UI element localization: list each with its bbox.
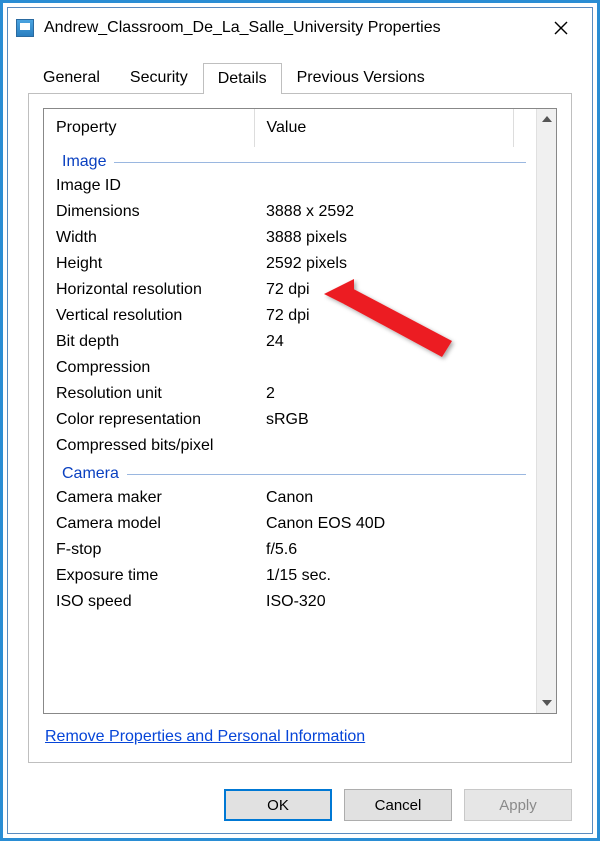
prop-color-representation[interactable]: Color representationsRGB	[44, 407, 536, 433]
client-area: General Security Details Previous Versio…	[8, 48, 592, 777]
group-label: Image	[62, 153, 106, 171]
prop-camera-model[interactable]: Camera modelCanon EOS 40D	[44, 511, 536, 537]
group-divider	[127, 474, 526, 475]
button-bar: OK Cancel Apply	[8, 777, 592, 833]
group-divider	[114, 162, 526, 163]
prop-dimensions[interactable]: Dimensions3888 x 2592	[44, 199, 536, 225]
cancel-button[interactable]: Cancel	[344, 789, 452, 821]
property-scroll: Property Value Image	[44, 109, 536, 713]
prop-compression[interactable]: Compression	[44, 355, 536, 381]
prop-resolution-unit[interactable]: Resolution unit2	[44, 381, 536, 407]
group-camera: Camera	[44, 459, 536, 485]
tab-details[interactable]: Details	[203, 63, 282, 94]
window-title: Andrew_Classroom_De_La_Salle_University …	[44, 19, 538, 37]
prop-iso-speed[interactable]: ISO speedISO-320	[44, 589, 536, 615]
properties-dialog: Andrew_Classroom_De_La_Salle_University …	[7, 7, 593, 834]
remove-properties-link[interactable]: Remove Properties and Personal Informati…	[45, 728, 365, 745]
link-row: Remove Properties and Personal Informati…	[43, 714, 557, 748]
chevron-down-icon	[542, 700, 552, 706]
vertical-scrollbar[interactable]	[536, 109, 556, 713]
tab-general[interactable]: General	[28, 62, 115, 93]
prop-exposure-time[interactable]: Exposure time1/15 sec.	[44, 563, 536, 589]
column-headers: Property Value	[44, 109, 536, 147]
prop-image-id[interactable]: Image ID	[44, 173, 536, 199]
apply-button: Apply	[464, 789, 572, 821]
close-button[interactable]	[538, 13, 584, 43]
scroll-up-button[interactable]	[537, 109, 556, 129]
close-icon	[554, 21, 568, 35]
tab-row: General Security Details Previous Versio…	[28, 62, 572, 93]
chevron-up-icon	[542, 116, 552, 122]
prop-f-stop[interactable]: F-stopf/5.6	[44, 537, 536, 563]
scroll-down-button[interactable]	[537, 693, 556, 713]
tab-security[interactable]: Security	[115, 62, 203, 93]
titlebar: Andrew_Classroom_De_La_Salle_University …	[8, 8, 592, 48]
ok-button[interactable]: OK	[224, 789, 332, 821]
group-label: Camera	[62, 465, 119, 483]
prop-compressed-bits-per-pixel[interactable]: Compressed bits/pixel	[44, 433, 536, 459]
property-table: Property Value Image	[44, 109, 536, 615]
tab-previous-versions[interactable]: Previous Versions	[282, 62, 440, 93]
prop-vertical-resolution[interactable]: Vertical resolution72 dpi	[44, 303, 536, 329]
prop-width[interactable]: Width3888 pixels	[44, 225, 536, 251]
prop-bit-depth[interactable]: Bit depth24	[44, 329, 536, 355]
prop-height[interactable]: Height2592 pixels	[44, 251, 536, 277]
prop-camera-maker[interactable]: Camera makerCanon	[44, 485, 536, 511]
prop-horizontal-resolution[interactable]: Horizontal resolution72 dpi	[44, 277, 536, 303]
column-header-property[interactable]: Property	[44, 109, 254, 147]
group-image: Image	[44, 147, 536, 173]
property-listbox[interactable]: Property Value Image	[43, 108, 557, 714]
column-header-value[interactable]: Value	[254, 109, 514, 147]
image-file-icon	[16, 19, 34, 37]
tab-panel-details: Property Value Image	[28, 93, 572, 763]
